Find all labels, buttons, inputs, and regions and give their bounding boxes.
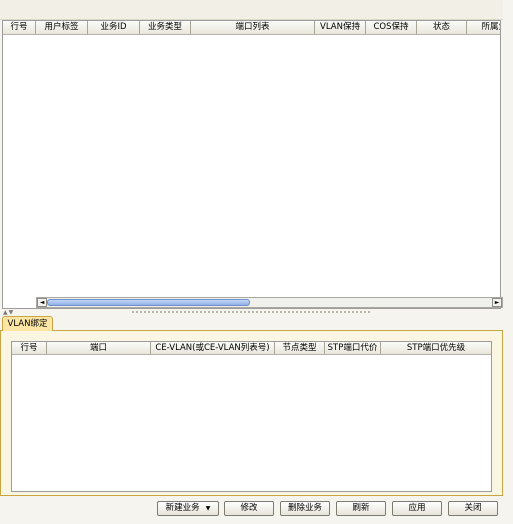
scroll-left-button[interactable]: ◄ bbox=[37, 298, 47, 307]
column-header-vlan-keep[interactable]: VLAN保持 bbox=[315, 21, 366, 34]
column-header-status[interactable]: 状态 bbox=[417, 21, 467, 34]
column-header-cos-keep[interactable]: COS保持 bbox=[366, 21, 417, 34]
arrow-left-icon: ◄ bbox=[39, 298, 45, 306]
column-header-user-label[interactable]: 用户标签 bbox=[36, 21, 88, 34]
column-header-service-id[interactable]: 业务ID bbox=[88, 21, 140, 34]
delete-service-button[interactable]: 删除业务 bbox=[280, 501, 330, 516]
scrollbar-thumb[interactable] bbox=[47, 299, 250, 306]
new-service-button[interactable]: 新建业务 ▼ bbox=[157, 501, 219, 516]
dropdown-caret-icon: ▼ bbox=[205, 505, 211, 512]
refresh-button[interactable]: 刷新 bbox=[336, 501, 386, 516]
tab-vlan-binding[interactable]: VLAN绑定 bbox=[2, 316, 53, 331]
column-header-port[interactable]: 端口 bbox=[47, 342, 151, 354]
column-header-ce-vlan[interactable]: CE-VLAN(或CE-VLAN列表号) bbox=[151, 342, 275, 354]
vlan-binding-table[interactable]: 行号 端口 CE-VLAN(或CE-VLAN列表号) 节点类型 STP端口代价 … bbox=[11, 341, 492, 492]
column-header-row-number[interactable]: 行号 bbox=[12, 342, 47, 354]
horizontal-scrollbar[interactable]: ◄ ► bbox=[36, 297, 503, 308]
vlan-binding-table-header: 行号 端口 CE-VLAN(或CE-VLAN列表号) 节点类型 STP端口代价 … bbox=[12, 342, 491, 355]
column-header-port-list[interactable]: 端口列表 bbox=[191, 21, 315, 34]
column-header-service-type[interactable]: 业务类型 bbox=[140, 21, 191, 34]
apply-button[interactable]: 应用 bbox=[392, 501, 442, 516]
panel-splitter[interactable]: ▲▼ bbox=[0, 309, 513, 317]
top-toolbar-strip bbox=[0, 0, 503, 20]
arrow-right-icon: ► bbox=[494, 298, 500, 306]
column-header-stp-port-priority[interactable]: STP端口优先级 bbox=[381, 342, 491, 354]
column-header-node-type[interactable]: 节点类型 bbox=[275, 342, 325, 354]
collapse-arrows-icon[interactable]: ▲▼ bbox=[3, 309, 14, 316]
modify-button[interactable]: 修改 bbox=[224, 501, 274, 516]
close-button[interactable]: 关闭 bbox=[448, 501, 498, 516]
scroll-right-button[interactable]: ► bbox=[492, 298, 502, 307]
services-table[interactable]: 行号 用户标签 业务ID 业务类型 端口列表 VLAN保持 COS保持 状态 所… bbox=[2, 20, 501, 309]
column-header-row-number[interactable]: 行号 bbox=[3, 21, 36, 34]
column-header-belongs-to[interactable]: 所属业 bbox=[467, 21, 500, 34]
services-table-header: 行号 用户标签 业务ID 业务类型 端口列表 VLAN保持 COS保持 状态 所… bbox=[3, 21, 500, 35]
column-header-stp-port-cost[interactable]: STP端口代价 bbox=[325, 342, 381, 354]
new-service-label: 新建业务 bbox=[165, 503, 200, 513]
splitter-grip[interactable] bbox=[132, 311, 370, 313]
